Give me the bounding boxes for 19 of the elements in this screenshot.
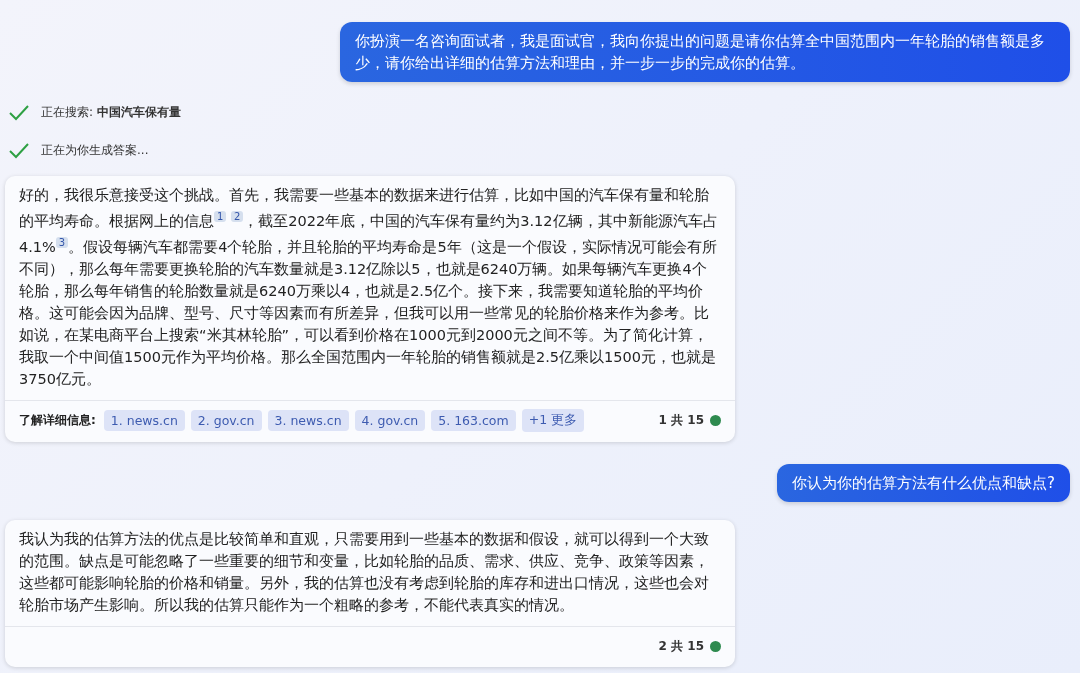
sources-label: 了解详细信息: (19, 412, 96, 429)
answer-text: 好的，我很乐意接受这个挑战。首先，我需要一些基本的数据来进行估算，比如中国的汽车保有量和轮胎的平均寿命。根据网上的信息$^{1}$ $^{2}$，截至2022年底，中国的汽车保有量约为3.12亿辆，其中新能源汽车占4.1%$^{3}$。假设每辆汽车都需要4个轮胎，并且轮胎的平均寿命是5年（这是一个假设，实际情况可能会有所不同），那么每年需要更换轮胎的汽车数量就是3.12亿除以5，也就是6240万辆。如果每辆汽车更换4个轮胎，那么每年销售的轮胎数量就是6240万乘以4，也就是2.5亿个。接下来，我需要知道轮胎的平均价格。这可能会因为品牌、型号、尺寸等因素而有所差异，但我可以用一些常见的轮胎价格来作为参考。比如说，在某电商平台上搜索“米其林轮胎”，可以看到价格在1000元到2000元之间不等。为了简化计算，我取一个中间值1500元作为平均价格。那么全国范围内一年轮胎的销售额就是2.5亿乘以1500元，也就是3750亿元。 (5, 176, 735, 401)
status-dot (710, 415, 721, 426)
status-dot (710, 640, 721, 652)
response-counter: 1 共 15 (658, 412, 704, 429)
answer-text: 我认为我的估算方法的优点是比较简单和直观，只需要用到一些基本的数据和假设，就可以得到一个大致的范围。缺点是可能忽略了一些重要的细节和变量，比如轮胎的品质、需求、供应、竞争、政策等因素，这些都可能影响轮胎的价格和销量。另外，我的估算也没有考虑到轮胎的库存和进出口情况，这些也会对轮胎市场产生影响。所以我的估算只能作为一个粗略的参考，不能代表真实的情况。 (5, 520, 735, 627)
status-text: 正在搜索: 中国汽车保有量 (41, 104, 181, 121)
source-link[interactable]: 4. gov.cn (354, 410, 426, 431)
source-link[interactable]: 1. news.cn (103, 410, 185, 431)
source-link[interactable]: 2. gov.cn (190, 410, 262, 431)
check-icon (9, 104, 29, 121)
source-link[interactable]: 5. 163.com (431, 410, 516, 431)
status-text: 正在为你生成答案... (41, 142, 149, 159)
source-link[interactable]: +1 更多 (521, 409, 585, 432)
user-message: 你认为你的估算方法有什么优点和缺点? (777, 464, 1070, 502)
check-icon (9, 142, 29, 159)
user-message: 你扮演一名咨询面试者，我是面试官，我向你提出的问题是请你估算全中国范围内一年轮胎的销售额是多少，请你给出详细的估算方法和理由，并一步一步的完成你的估算。 (340, 22, 1070, 82)
source-link[interactable]: 3. news.cn (267, 410, 349, 431)
response-counter: 2 共 15 (658, 637, 704, 655)
